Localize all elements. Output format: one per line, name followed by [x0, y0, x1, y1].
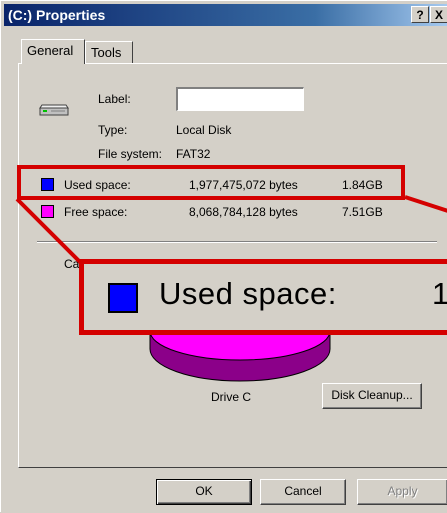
free-space-swatch	[41, 205, 54, 218]
filesystem-caption: File system:	[98, 147, 163, 161]
zoom-used-caption: Used space:	[159, 276, 337, 311]
apply-button[interactable]: Apply	[357, 479, 447, 505]
type-value: Local Disk	[176, 123, 232, 137]
close-button[interactable]: X	[430, 6, 447, 23]
ok-button[interactable]: OK	[156, 479, 252, 505]
type-caption: Type:	[98, 123, 128, 137]
zoom-used-swatch	[108, 283, 138, 313]
used-space-highlight	[17, 165, 405, 200]
cancel-button[interactable]: Cancel	[260, 479, 346, 505]
window-title: (C:) Properties	[8, 7, 106, 23]
capacity-caption: Ca	[64, 257, 80, 271]
help-button[interactable]: ?	[411, 6, 429, 23]
tab-general[interactable]: General	[21, 39, 85, 64]
free-space-size: 7.51GB	[342, 205, 383, 219]
tab-tools[interactable]: Tools	[85, 41, 133, 63]
title-bar[interactable]: (C:) Properties ? X	[4, 4, 447, 26]
free-space-bytes: 8,068,784,128 bytes	[189, 205, 298, 219]
disk-cleanup-label: Disk Cleanup...	[331, 388, 413, 402]
zoom-used-number: 1,	[432, 276, 447, 312]
filesystem-value: FAT32	[176, 147, 211, 161]
drive-caption: Drive C	[211, 390, 252, 404]
free-space-caption: Free space:	[64, 205, 128, 219]
label-caption-text: Label:	[98, 92, 131, 106]
properties-window: (C:) Properties ? X General Tools Label:…	[0, 0, 447, 512]
drive-icon	[39, 104, 69, 116]
separator	[37, 241, 437, 243]
label-caption: Label:	[98, 92, 131, 106]
label-field[interactable]	[176, 87, 304, 111]
disk-cleanup-button[interactable]: Disk Cleanup...	[322, 383, 422, 409]
zoom-callout: Used space: 1,	[79, 259, 447, 335]
